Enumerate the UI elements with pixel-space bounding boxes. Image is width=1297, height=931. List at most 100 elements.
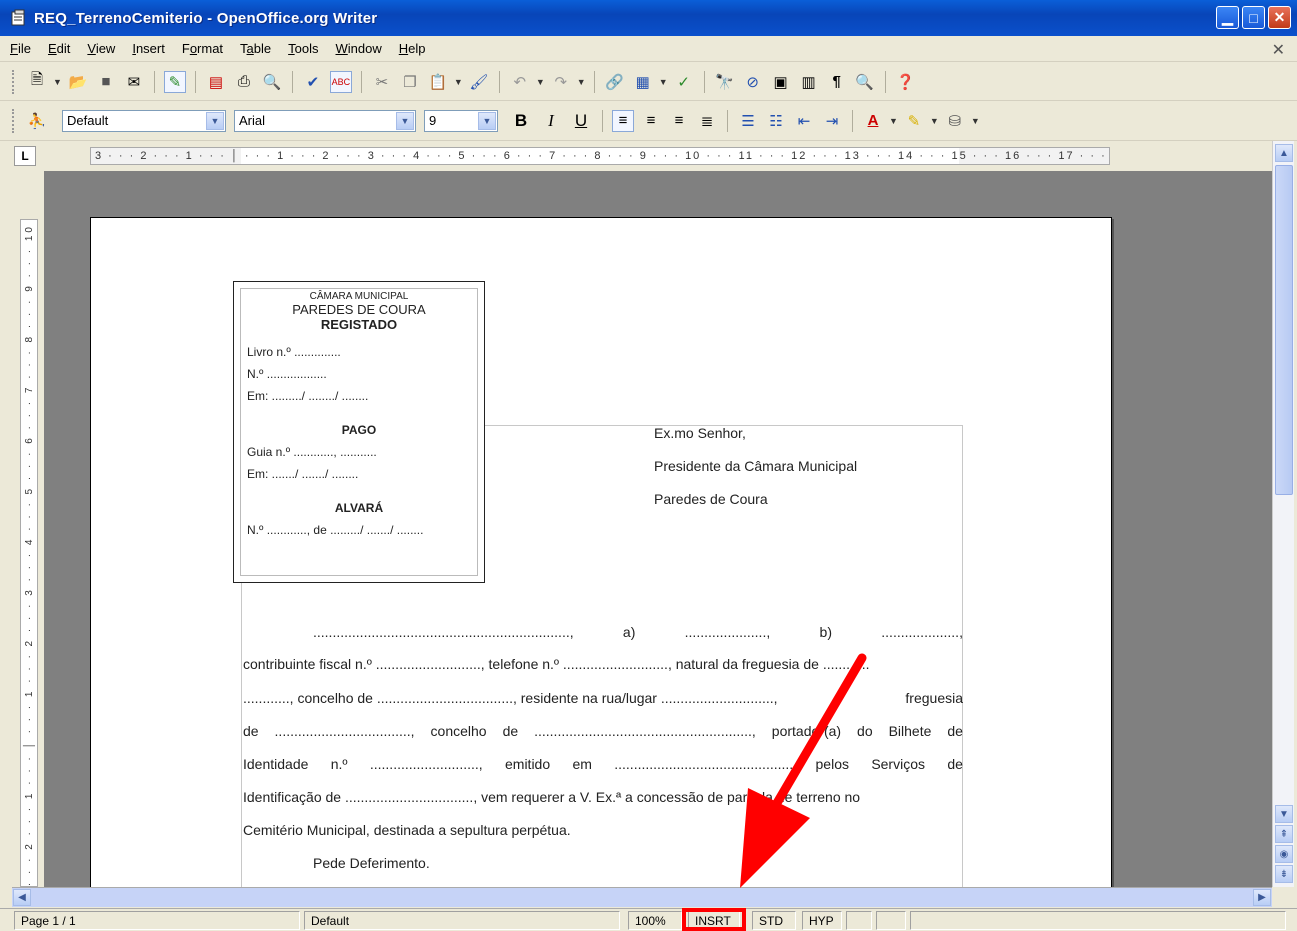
font-name-value: Arial: [239, 113, 266, 128]
new-document-icon[interactable]: 🗎: [26, 71, 48, 93]
vertical-scroll-thumb[interactable]: [1275, 165, 1293, 495]
next-page-icon[interactable]: ⇟: [1275, 865, 1293, 883]
signature-field[interactable]: [876, 911, 906, 930]
numbering-icon[interactable]: ☰: [737, 110, 759, 132]
redo-icon[interactable]: ↷: [550, 71, 572, 93]
object-info-field[interactable]: [910, 911, 1286, 930]
menu-item-view[interactable]: View: [87, 41, 115, 56]
scroll-down-icon[interactable]: ▼: [1275, 805, 1293, 823]
chevron-down-icon[interactable]: ▼: [396, 111, 414, 130]
font-color-icon[interactable]: A: [862, 110, 884, 132]
address-line-3: Paredes de Coura: [654, 491, 768, 507]
title-bar: REQ_TerrenoCemiterio - OpenOffice.org Wr…: [0, 0, 1297, 36]
body-text: Identidade: [243, 756, 309, 772]
selection-mode-field[interactable]: STD: [752, 911, 796, 930]
print-icon[interactable]: ⎙: [233, 71, 255, 93]
navigator-icon[interactable]: ⊘: [742, 71, 764, 93]
highlighting-icon[interactable]: ✎: [903, 110, 925, 132]
modified-field[interactable]: [846, 911, 872, 930]
stamp-numero: N.º ..................: [247, 367, 327, 381]
scroll-up-icon[interactable]: ▲: [1275, 144, 1293, 162]
stamp-place: PAREDES DE COURA: [292, 302, 426, 317]
close-document-icon[interactable]: ✕: [1272, 40, 1285, 60]
body-text: ....................,: [881, 624, 963, 640]
paste-icon[interactable]: 📋: [427, 71, 449, 93]
hyperlink-mode-field[interactable]: HYP: [802, 911, 842, 930]
tab-type-selector[interactable]: L: [14, 146, 36, 166]
paragraph-style-select[interactable]: Default ▼: [62, 109, 226, 132]
underline-button[interactable]: U: [569, 109, 593, 133]
menu-item-table[interactable]: Table: [240, 41, 271, 56]
scroll-right-icon[interactable]: ▶: [1253, 889, 1271, 906]
menu-item-help[interactable]: Help: [399, 41, 426, 56]
page-preview-icon[interactable]: 🔍: [261, 71, 283, 93]
save-icon[interactable]: ■: [95, 71, 117, 93]
email-icon[interactable]: ✉: [123, 71, 145, 93]
body-text: concelho: [430, 723, 487, 739]
table-icon[interactable]: ▦: [632, 71, 654, 93]
zoom-field[interactable]: 100%: [628, 911, 682, 930]
chevron-down-icon[interactable]: ▼: [478, 111, 496, 130]
decrease-indent-icon[interactable]: ⇤: [793, 110, 815, 132]
toolbar-grip[interactable]: [12, 69, 15, 94]
copy-icon[interactable]: ❐: [399, 71, 421, 93]
align-left-icon[interactable]: ≡: [612, 109, 634, 132]
stamp-pago: PAGO: [341, 423, 377, 437]
justify-icon[interactable]: ≣: [696, 110, 718, 132]
document-area[interactable]: CÂMARA MUNICIPAL PAREDES DE COURA REGIST…: [44, 171, 1272, 887]
bold-button[interactable]: B: [509, 109, 533, 133]
stamp-org: CÂMARA MUNICIPAL: [309, 291, 409, 302]
menu-item-file[interactable]: File: [10, 41, 31, 56]
align-right-icon[interactable]: ≡: [668, 110, 690, 132]
navigation-icon[interactable]: ◉: [1275, 845, 1293, 863]
nonprinting-characters-icon[interactable]: ¶: [826, 71, 848, 93]
registration-stamp-frame[interactable]: CÂMARA MUNICIPAL PAREDES DE COURA REGIST…: [233, 281, 485, 583]
help-icon[interactable]: ❓: [895, 71, 917, 93]
page-count-field[interactable]: Page 1 / 1: [14, 911, 300, 930]
gallery-icon[interactable]: ▣: [770, 71, 792, 93]
menu-item-tools[interactable]: Tools: [288, 41, 318, 56]
horizontal-ruler[interactable]: 3 · · · 2 · · · 1 · · · │ · · · 1 · · · …: [90, 147, 1110, 165]
italic-button[interactable]: I: [539, 109, 563, 133]
menu-item-edit[interactable]: Edit: [48, 41, 70, 56]
autospellcheck-icon[interactable]: ABC: [329, 70, 352, 93]
increase-indent-icon[interactable]: ⇥: [821, 110, 843, 132]
undo-icon[interactable]: ↶: [509, 71, 531, 93]
previous-page-icon[interactable]: ⇞: [1275, 825, 1293, 843]
horizontal-scrollbar[interactable]: ◀ ▶: [12, 887, 1272, 907]
body-text: b): [819, 624, 832, 640]
toolbar-grip[interactable]: [12, 108, 15, 133]
draw-functions-icon[interactable]: ✓: [673, 71, 695, 93]
clone-formatting-icon[interactable]: 🖌: [468, 71, 490, 93]
font-size-select[interactable]: 9 ▼: [424, 109, 498, 132]
styles-formatting-icon[interactable]: ⛹: [26, 110, 48, 132]
maximize-button[interactable]: □: [1242, 6, 1265, 29]
body-text: emitido: [505, 756, 551, 772]
close-window-button[interactable]: ✕: [1268, 6, 1291, 29]
menu-item-window[interactable]: Window: [336, 41, 382, 56]
scroll-left-icon[interactable]: ◀: [13, 889, 31, 906]
hyperlink-icon[interactable]: 🔗: [604, 71, 626, 93]
background-color-icon[interactable]: ⛁: [944, 110, 966, 132]
minimize-button[interactable]: ▁: [1216, 6, 1239, 29]
find-replace-icon[interactable]: 🔭: [714, 71, 736, 93]
menu-bar: File Edit View Insert Format Table Tools Window…: [0, 36, 1297, 62]
open-icon[interactable]: 📂: [67, 71, 89, 93]
font-name-select[interactable]: Arial ▼: [234, 109, 416, 132]
stamp-em-1: Em: ........./ ......../ ........: [247, 389, 369, 403]
spellcheck-icon[interactable]: ✔: [302, 71, 324, 93]
cut-icon[interactable]: ✂: [371, 71, 393, 93]
menu-item-format[interactable]: Format: [182, 41, 223, 56]
page-style-field[interactable]: Default: [304, 911, 620, 930]
menu-item-insert[interactable]: Insert: [132, 41, 165, 56]
chevron-down-icon[interactable]: ▼: [206, 111, 224, 130]
zoom-icon[interactable]: 🔍: [854, 71, 876, 93]
data-sources-icon[interactable]: ▥: [798, 71, 820, 93]
bullets-icon[interactable]: ☷: [765, 110, 787, 132]
align-center-icon[interactable]: ≡: [640, 110, 662, 132]
vertical-ruler[interactable]: 4 · · · 3 · · · 2 · · · 1 · · · │ · · · …: [20, 219, 38, 931]
export-pdf-icon[interactable]: ▤: [205, 71, 227, 93]
edit-file-icon[interactable]: ✎: [163, 70, 186, 93]
vertical-scrollbar[interactable]: ▲ ▼ ⇞ ◉ ⇟: [1272, 141, 1294, 887]
document-page[interactable]: CÂMARA MUNICIPAL PAREDES DE COURA REGIST…: [90, 217, 1112, 887]
